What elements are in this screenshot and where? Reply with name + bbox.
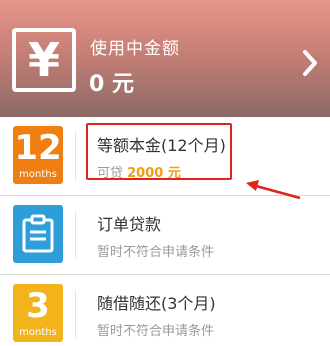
loan-item-title: 订单贷款 (97, 215, 162, 234)
item-divider (75, 290, 76, 338)
item-divider (75, 211, 76, 259)
yen-icon: ¥ (12, 28, 76, 92)
in-use-amount-value: 0 元 (89, 72, 134, 97)
chevron-right-icon[interactable] (300, 48, 320, 78)
calendar-3-months-icon: 3 months (13, 284, 63, 342)
loan-item-order-loan[interactable]: 订单贷款 暂时不符合申请条件 (0, 196, 330, 275)
loan-item-status: 暂时不符合申请条件 (97, 245, 215, 260)
in-use-amount-title: 使用中金额 (90, 39, 180, 59)
loan-item-flexible[interactable]: 3 months 随借随还(3个月) 暂时不符合申请条件 (0, 275, 330, 346)
in-use-amount-panel[interactable]: ¥ 使用中金额 0 元 (0, 0, 330, 117)
item-divider (75, 132, 76, 180)
order-document-icon (13, 205, 63, 263)
loan-page: ¥ 使用中金额 0 元 12 months 等额本金(12个月) 可贷 2000… (0, 0, 330, 346)
document-icon (22, 214, 54, 253)
loan-item-title: 随借随还(3个月) (97, 294, 216, 313)
calendar-12-months-icon: 12 months (13, 126, 63, 184)
highlight-box (86, 123, 232, 180)
loan-item-status: 暂时不符合申请条件 (97, 324, 215, 339)
